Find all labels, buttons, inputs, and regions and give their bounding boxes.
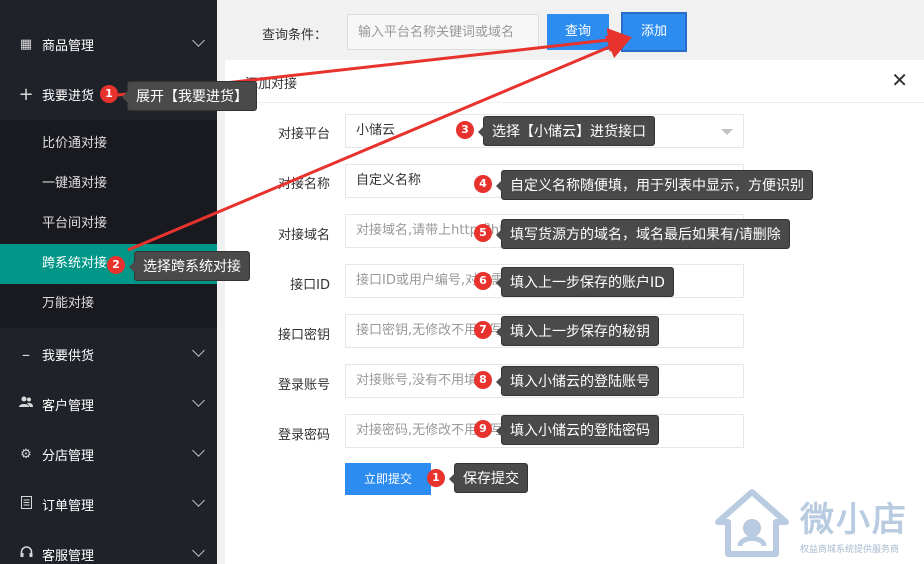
sidebar-item-branches[interactable]: ⚙ 分店管理 xyxy=(0,429,217,479)
search-input[interactable] xyxy=(347,14,539,50)
watermark-logo: 微小店 权益商城系统提供服务商 xyxy=(712,486,924,564)
sidebar-item-customers[interactable]: 客户管理 xyxy=(0,379,217,429)
chevron-down-icon xyxy=(192,544,205,557)
step-badge-10: 1 xyxy=(427,469,445,487)
field-label-platform: 对接平台 xyxy=(277,127,330,142)
chevron-down-icon xyxy=(192,394,205,407)
sidebar-item-label: 客服管理 xyxy=(42,548,95,564)
step-tip-8: 填入小储云的登陆账号 xyxy=(496,366,659,396)
field-label-domain: 对接域名 xyxy=(277,228,330,243)
document-icon xyxy=(18,495,34,513)
step-badge-2: 2 xyxy=(107,256,125,274)
step-tip-10: 保存提交 xyxy=(449,463,528,493)
close-icon[interactable]: ✕ xyxy=(891,70,908,90)
submenu-item-price-compare[interactable]: 比价通对接 xyxy=(0,124,217,164)
submenu-item-inter-platform[interactable]: 平台间对接 xyxy=(0,204,217,244)
step-tip-2: 选择跨系统对接 xyxy=(129,251,250,281)
step-tip-4: 自定义名称随便填，用于列表中显示，方便识别 xyxy=(496,170,813,200)
plus-icon: + xyxy=(18,83,34,105)
headset-icon xyxy=(18,545,34,563)
field-label-password: 登录密码 xyxy=(277,428,330,443)
sidebar-item-label: 客户管理 xyxy=(42,398,95,414)
users-icon xyxy=(18,396,34,412)
chevron-down-icon xyxy=(192,344,205,357)
add-button[interactable]: 添加 xyxy=(621,12,687,52)
step-badge-9: 9 xyxy=(474,420,492,438)
gear-icon: ⚙ xyxy=(20,446,32,462)
grid-icon: ▦ xyxy=(19,36,33,52)
dropdown-arrow-icon xyxy=(721,129,733,135)
watermark-tagline: 权益商城系统提供服务商 xyxy=(800,545,900,555)
step-badge-4: 4 xyxy=(474,175,492,193)
step-tip-5: 填写货源方的域名，域名最后如果有/请删除 xyxy=(496,219,790,249)
submenu-item-one-click[interactable]: 一键通对接 xyxy=(0,164,217,204)
platform-select-value: 小储云 xyxy=(356,123,396,138)
minus-icon: – xyxy=(22,344,30,364)
submenu-item-universal[interactable]: 万能对接 xyxy=(0,284,217,324)
chevron-down-icon xyxy=(192,494,205,507)
query-label: 查询条件： xyxy=(262,28,328,43)
field-label-account: 登录账号 xyxy=(277,378,330,393)
sidebar-item-label: 我要进货 xyxy=(42,88,95,104)
sidebar-item-support[interactable]: 客服管理 xyxy=(0,529,217,564)
step-tip-7: 填入上一步保存的秘钥 xyxy=(496,316,659,346)
sidebar-item-label: 分店管理 xyxy=(42,448,95,464)
submit-button[interactable]: 立即提交 xyxy=(345,463,431,495)
step-tip-3: 选择【小储云】进货接口 xyxy=(478,116,655,146)
step-badge-1: 1 xyxy=(100,85,118,103)
field-label-name: 对接名称 xyxy=(277,177,330,192)
sidebar-item-label: 我要供货 xyxy=(42,348,95,364)
field-label-api-key: 接口密钥 xyxy=(277,328,330,343)
sidebar-item-supply[interactable]: – 我要供货 xyxy=(0,329,217,379)
step-badge-5: 5 xyxy=(474,224,492,242)
watermark-name: 微小店 xyxy=(800,500,908,540)
step-badge-6: 6 xyxy=(474,272,492,290)
field-label-api-id: 接口ID xyxy=(290,278,330,293)
sidebar-item-label: 订单管理 xyxy=(42,498,95,514)
search-button[interactable]: 查询 xyxy=(547,14,609,50)
step-tip-1: 展开【我要进货】 xyxy=(122,81,257,111)
chevron-down-icon xyxy=(192,444,205,457)
step-badge-3: 3 xyxy=(456,121,474,139)
query-bar: 查询条件： 查询 添加 xyxy=(217,0,924,64)
sidebar-item-label: 商品管理 xyxy=(42,38,95,54)
divider xyxy=(225,102,924,103)
chevron-down-icon xyxy=(192,34,205,47)
house-logo-icon xyxy=(715,489,789,557)
sidebar-item-orders[interactable]: 订单管理 xyxy=(0,479,217,529)
step-tip-9: 填入小储云的登陆密码 xyxy=(496,415,659,445)
step-tip-6: 填入上一步保存的账户ID xyxy=(496,267,674,297)
sidebar-item-goods[interactable]: ▦ 商品管理 xyxy=(0,19,217,69)
step-badge-8: 8 xyxy=(474,371,492,389)
step-badge-7: 7 xyxy=(474,321,492,339)
